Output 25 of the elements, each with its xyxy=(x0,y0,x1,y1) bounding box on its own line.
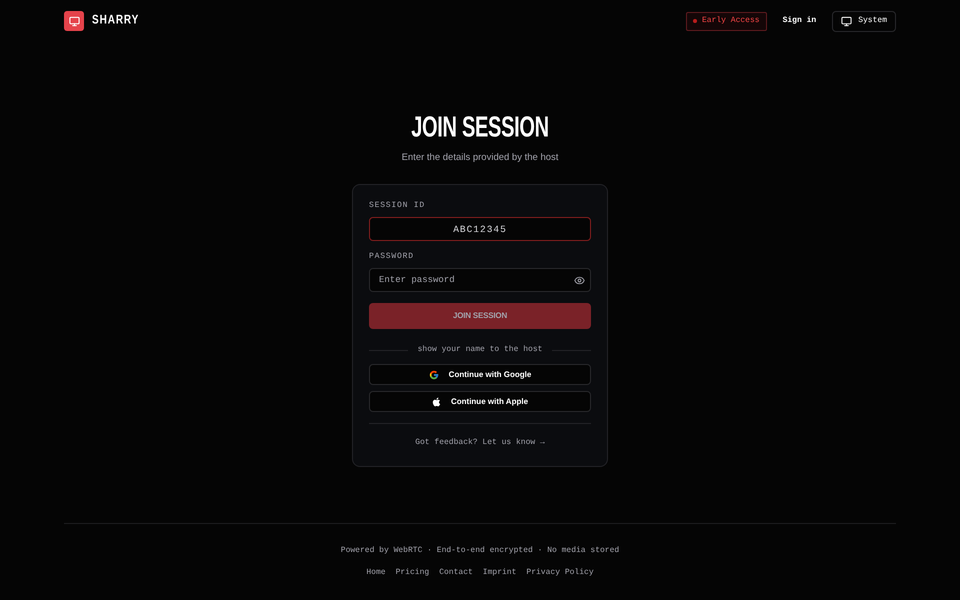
page-subtitle: Enter the details provided by the host xyxy=(402,152,558,164)
apple-sign-in-button[interactable]: Continue with Apple xyxy=(369,391,591,412)
field-label: SESSION ID xyxy=(369,201,426,211)
monitor-icon xyxy=(841,16,852,26)
divider-text: show your name to the host xyxy=(418,345,542,355)
logo-icon[interactable] xyxy=(64,11,84,31)
google-sign-in-button[interactable]: Continue with Google xyxy=(369,364,591,385)
feedback-link[interactable]: Got feedback? Let us know → xyxy=(415,438,545,448)
google-g-icon xyxy=(428,370,439,380)
apple-icon xyxy=(432,396,441,406)
footer-link[interactable]: Home xyxy=(366,568,386,578)
password-field[interactable]: Enter password xyxy=(369,268,591,292)
show-password-eye-icon[interactable] xyxy=(574,274,585,286)
field-label: PASSWORD xyxy=(369,252,415,262)
sign-in-link[interactable]: Sign in xyxy=(782,15,816,27)
footer-link[interactable]: Pricing xyxy=(396,568,430,578)
page-title: JOIN SESSION xyxy=(411,114,549,142)
footer-tagline: Powered by WebRTC · End-to-end encrypted · No media stored xyxy=(340,546,620,556)
logo-text: SHARRY xyxy=(92,14,140,28)
theme-button[interactable]: System xyxy=(832,10,896,32)
footer-link[interactable]: Imprint xyxy=(482,568,516,578)
footer-link[interactable]: Privacy Policy xyxy=(526,568,594,578)
footer-link[interactable]: Contact xyxy=(439,568,473,578)
badge-label: Early Access xyxy=(702,15,760,27)
session-id-field[interactable]: ABC12345 xyxy=(369,217,591,241)
